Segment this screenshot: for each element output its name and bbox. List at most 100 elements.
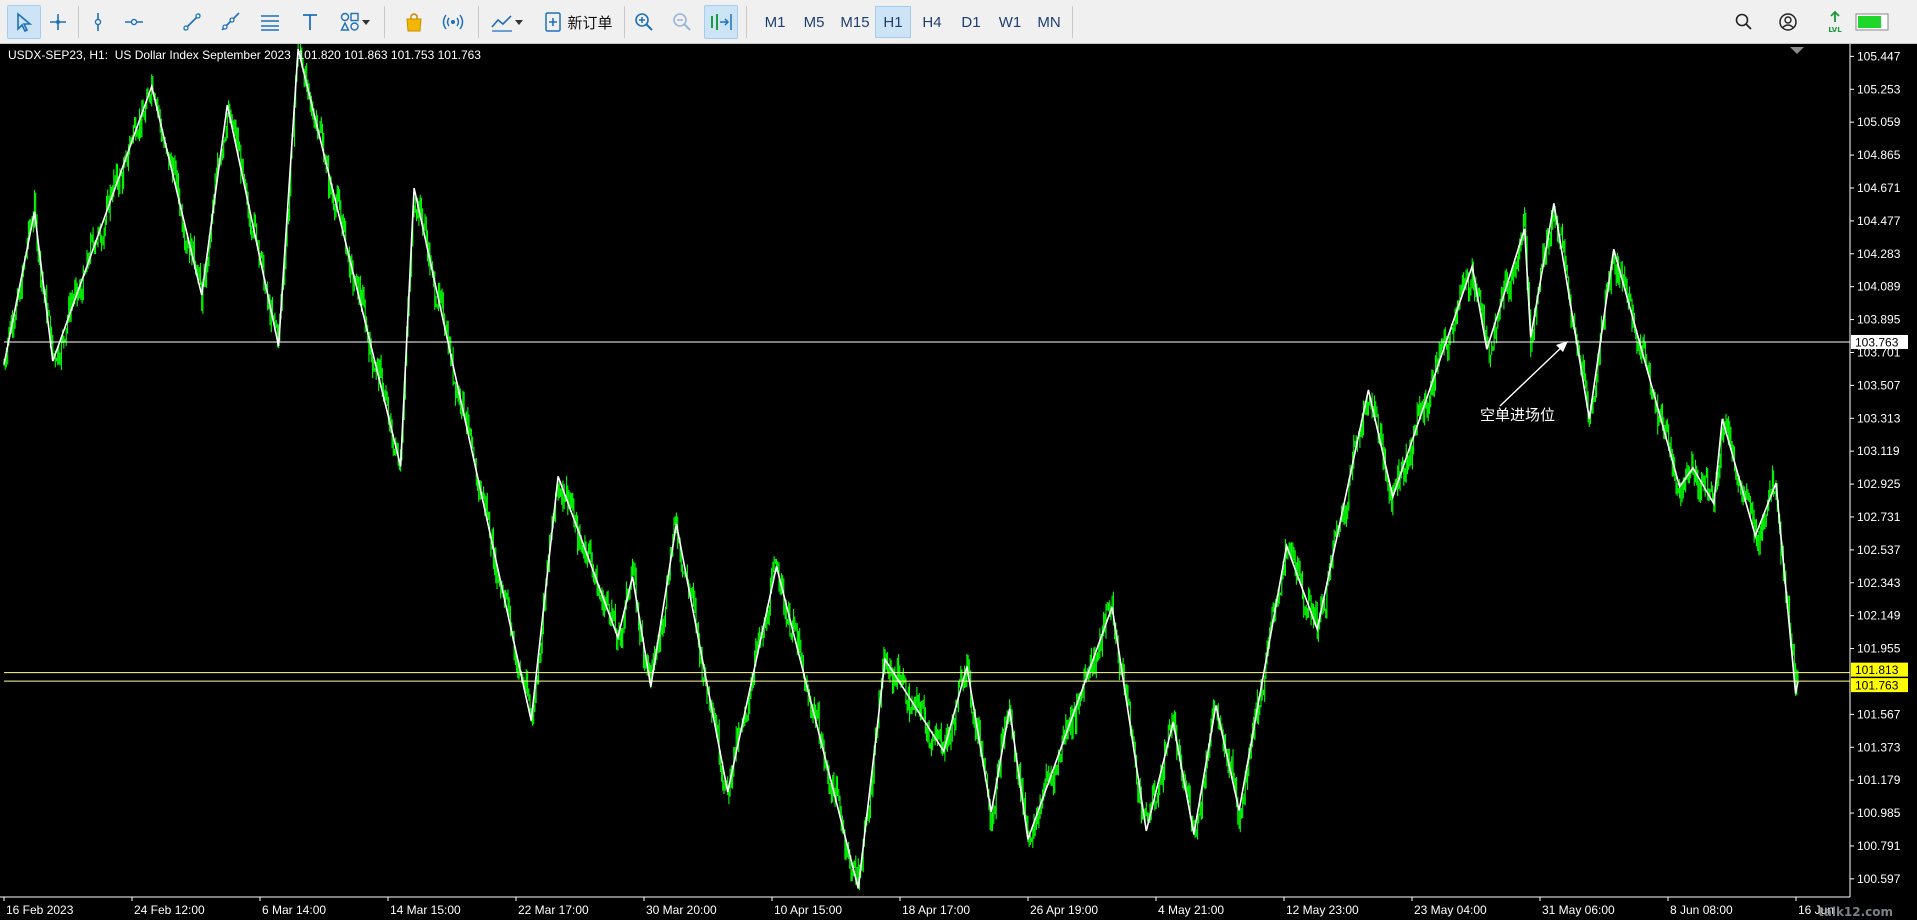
time-tick-label: 31 May 06:00 — [1542, 903, 1615, 917]
svg-text:LVL: LVL — [1828, 26, 1842, 34]
account-button[interactable] — [1774, 5, 1802, 39]
time-tick-label: 12 May 23:00 — [1286, 903, 1359, 917]
search-icon — [1735, 13, 1752, 30]
annotation-label: 空单进场位 — [1480, 406, 1555, 424]
shapes-button[interactable] — [334, 5, 376, 39]
timeframe-m1[interactable]: M1 — [757, 6, 793, 38]
price-tick-label: 104.477 — [1857, 214, 1901, 228]
vertical-line-button[interactable] — [84, 5, 112, 39]
badge-label: 101.763 — [1855, 679, 1899, 693]
price-tick-label: 104.865 — [1857, 148, 1901, 162]
shopping-bag-icon — [406, 13, 422, 32]
signal-level-button[interactable]: LVL — [1820, 5, 1850, 39]
timeframe-w1[interactable]: W1 — [992, 6, 1028, 38]
zoom-in-button[interactable] — [630, 5, 658, 39]
chart-area[interactable]: 105.447 105.253 105.059 104.865 104.671 104.4… — [0, 44, 1917, 920]
zoom-in-icon — [635, 13, 653, 31]
price-tick-label: 101.373 — [1857, 740, 1901, 754]
zoom-out-icon — [673, 13, 691, 31]
time-tick-label: 14 Mar 15:00 — [390, 903, 461, 917]
time-tick-label: 8 Jun 08:00 — [1670, 903, 1733, 917]
new-order-label: 新订单 — [567, 13, 613, 32]
time-tick-label: 22 Mar 17:00 — [518, 903, 589, 917]
watermark: talk12.com — [1818, 905, 1893, 919]
chart-shift-button[interactable] — [704, 5, 738, 39]
chart-background — [0, 44, 1917, 920]
time-tick-label: 18 Apr 17:00 — [902, 903, 970, 917]
chart-shift-icon — [711, 14, 732, 30]
cursor-icon — [17, 12, 33, 33]
chevron-down-icon — [515, 20, 523, 25]
crosshair-icon — [50, 14, 66, 30]
crosshair-tool-button[interactable] — [44, 5, 72, 39]
signals-button[interactable] — [438, 5, 468, 39]
price-tick-label: 105.253 — [1857, 82, 1901, 96]
time-tick-label: 24 Feb 12:00 — [134, 903, 205, 917]
timeframe-mn[interactable]: MN — [1031, 6, 1067, 38]
price-tick-label: 102.731 — [1857, 510, 1901, 524]
new-order-button[interactable]: 新订单 — [538, 5, 618, 39]
price-tick-label: 104.283 — [1857, 247, 1901, 261]
time-tick-label: 10 Apr 15:00 — [774, 903, 842, 917]
price-tick-label: 102.925 — [1857, 477, 1901, 491]
price-tick-label: 101.955 — [1857, 642, 1901, 656]
badge-label: 101.813 — [1855, 663, 1899, 677]
user-icon — [1779, 13, 1797, 31]
trendline-button[interactable] — [178, 5, 206, 39]
price-tick-label: 103.895 — [1857, 313, 1901, 327]
symbol-info: USDX-SEP23, H1: US Dollar Index Septembe… — [8, 48, 481, 62]
shapes-icon — [340, 12, 359, 31]
price-tick-label: 101.567 — [1857, 707, 1901, 721]
time-tick-label: 6 Mar 14:00 — [262, 903, 326, 917]
time-tick-label: 16 Feb 2023 — [6, 903, 74, 917]
vertical-line-icon — [94, 13, 102, 31]
timeframe-h4[interactable]: H4 — [914, 6, 950, 38]
trendline-icon — [183, 13, 201, 31]
market-bag-button[interactable] — [400, 5, 428, 39]
time-tick-label: 23 May 04:00 — [1414, 903, 1487, 917]
price-tick-label: 103.119 — [1857, 444, 1900, 458]
timeframe-m5[interactable]: M5 — [796, 6, 832, 38]
price-tick-label: 100.791 — [1857, 839, 1901, 853]
price-tick-label: 102.343 — [1857, 576, 1901, 590]
cursor-tool-button[interactable] — [7, 5, 41, 39]
price-tick-label: 102.149 — [1857, 609, 1901, 623]
price-tick-label: 105.447 — [1857, 49, 1901, 63]
price-tick-label: 104.671 — [1857, 181, 1901, 195]
timeframe-d1[interactable]: D1 — [953, 6, 989, 38]
signal-level-icon: LVL — [1828, 10, 1842, 34]
price-tick-label: 103.313 — [1857, 411, 1901, 425]
fibonacci-button[interactable] — [256, 5, 284, 39]
horizontal-line-button[interactable] — [120, 5, 148, 39]
connection-bar-icon — [1855, 13, 1889, 31]
connection-status — [1854, 5, 1890, 39]
broadcast-icon — [442, 14, 464, 30]
price-tick-label: 101.179 — [1857, 773, 1901, 787]
price-tick-label: 102.537 — [1857, 543, 1901, 557]
search-button[interactable] — [1730, 5, 1758, 39]
price-tick-label: 104.089 — [1857, 280, 1901, 294]
time-tick-label: 4 May 21:00 — [1158, 903, 1224, 917]
price-tick-label: 103.507 — [1857, 378, 1901, 392]
timeframe-h1[interactable]: H1 — [875, 6, 911, 38]
fibonacci-icon — [261, 15, 279, 31]
price-tick-label: 100.597 — [1857, 872, 1901, 886]
time-tick-label: 30 Mar 20:00 — [646, 903, 717, 917]
text-tool-button[interactable] — [296, 5, 324, 39]
badge-label: 103.763 — [1855, 335, 1899, 349]
timeframe-m15[interactable]: M15 — [835, 6, 875, 38]
text-icon — [303, 14, 317, 30]
chevron-down-icon — [362, 20, 370, 25]
new-order-icon — [545, 12, 562, 32]
price-chart[interactable]: 105.447 105.253 105.059 104.865 104.671 104.4… — [0, 44, 1917, 920]
time-tick-label: 26 Apr 19:00 — [1030, 903, 1098, 917]
indicators-button[interactable] — [484, 5, 530, 39]
horizontal-line-icon — [125, 18, 143, 26]
zoom-out-button[interactable] — [668, 5, 696, 39]
indicator-chart-icon — [491, 15, 512, 32]
ray-icon — [221, 12, 240, 31]
toolbar: 新订单 M1 M5 M15 H1 H4 D1 W1 MN LVL — [0, 0, 1917, 44]
price-tick-label: 105.059 — [1857, 115, 1901, 129]
price-tick-label: 100.985 — [1857, 806, 1901, 820]
ray-button[interactable] — [216, 5, 244, 39]
